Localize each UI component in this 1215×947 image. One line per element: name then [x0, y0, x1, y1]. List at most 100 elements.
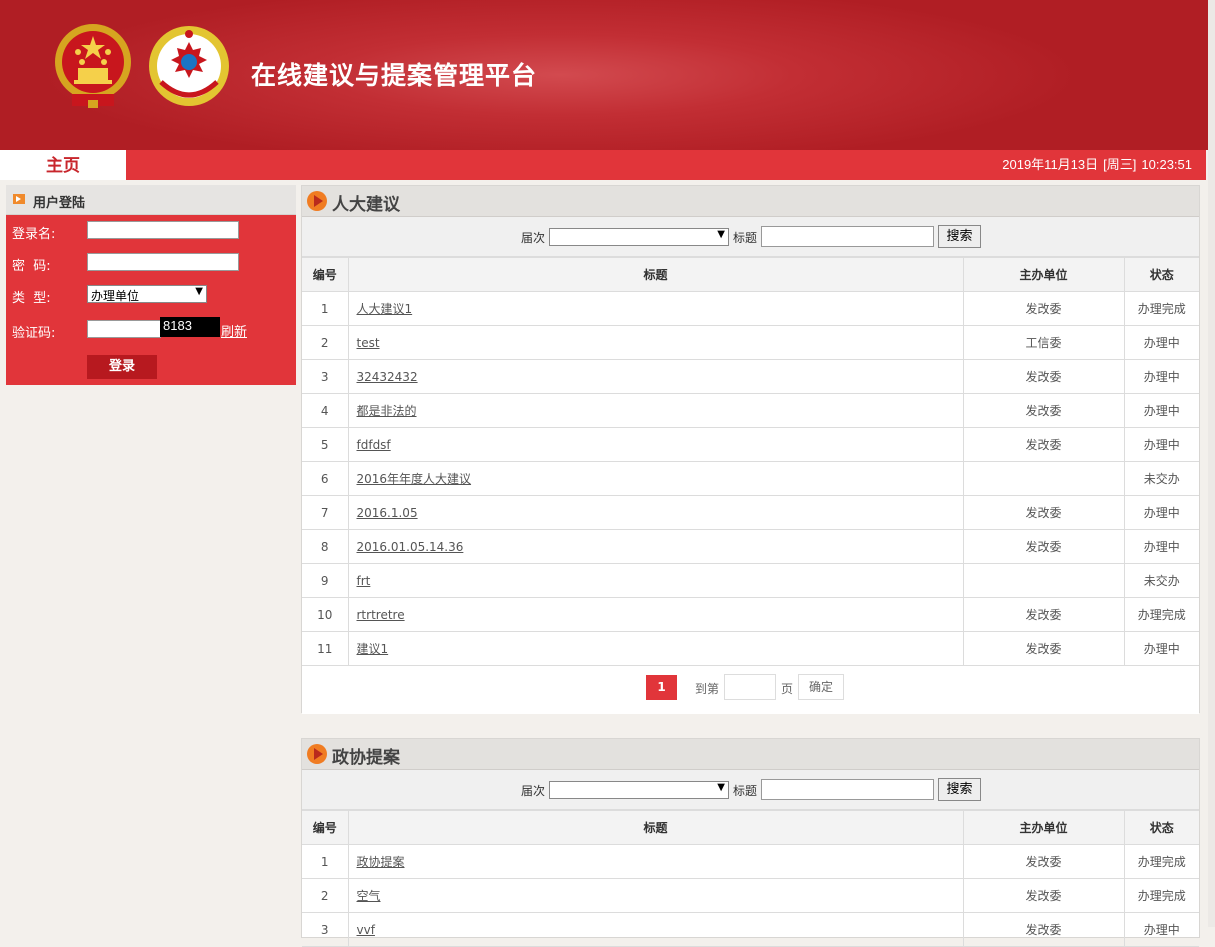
row-title-link[interactable]: test	[357, 336, 380, 350]
nav-bar: 主页 2019年11月13日 [周三] 10:23:51	[0, 150, 1206, 180]
time-text: 10:23:51	[1141, 157, 1192, 172]
row-status-cell: 办理完成	[1123, 597, 1199, 632]
row-title-link[interactable]: rtrtretre	[357, 608, 405, 622]
arrow-right-icon	[13, 194, 25, 204]
dropdown-arrow-icon: ▼	[195, 286, 203, 297]
captcha-label: 验证码:	[12, 326, 56, 341]
title-label: 标题	[733, 231, 758, 245]
table-row: 5 fdfdsf 发改委 办理中	[302, 427, 1199, 462]
play-circle-icon	[307, 744, 327, 764]
title-label: 标题	[733, 784, 758, 798]
row-title-link[interactable]: 建议1	[357, 642, 389, 656]
row-title-link[interactable]: fdfdsf	[357, 438, 391, 452]
npc-table: 编号 标题 主办单位 状态 1 人大建议1 发改委 办理完成 2 test 工信委 办理中 3 3…	[302, 257, 1199, 666]
row-title-link[interactable]: 空气	[357, 889, 381, 903]
row-title-cell: 32432432	[347, 359, 964, 394]
row-title-link[interactable]: 政协提案	[357, 855, 405, 869]
row-number-cell: 11	[302, 631, 349, 666]
table-row: 1 政协提案 发改委 办理完成	[302, 844, 1199, 879]
row-title-link[interactable]: vvf	[357, 923, 375, 937]
row-status-cell: 办理中	[1123, 325, 1199, 360]
row-number-cell: 8	[302, 529, 349, 564]
username-label: 登录名:	[12, 227, 56, 242]
user-type-select[interactable]: 办理单位 ▼	[87, 285, 207, 303]
cppcc-section-header: 政协提案	[302, 739, 1199, 770]
row-title-cell: vvf	[347, 912, 964, 947]
row-unit-cell	[962, 461, 1125, 496]
row-number-cell: 5	[302, 427, 349, 462]
password-input[interactable]	[87, 253, 239, 271]
row-unit-cell: 发改委	[962, 495, 1125, 530]
captcha-refresh-link[interactable]: 刷新	[221, 321, 247, 340]
captcha-input[interactable]	[87, 320, 161, 338]
row-number-cell: 3	[302, 912, 349, 947]
row-title-cell: 政协提案	[347, 844, 964, 879]
dropdown-arrow-icon: ▼	[717, 229, 725, 240]
cppcc-search-button[interactable]: 搜索	[938, 778, 981, 801]
date-time-display: 2019年11月13日 [周三] 10:23:51	[997, 150, 1192, 180]
col-no-header: 编号	[302, 810, 349, 845]
cppcc-proposals-section: 政协提案 届次 ▼ 标题 搜索 编号 标题 主办单位 状态 1 政协提案 发改委 办理…	[301, 738, 1200, 947]
row-title-link[interactable]: 2016.01.05.14.36	[357, 540, 464, 554]
table-row: 3 vvf 发改委 办理中	[302, 912, 1199, 947]
table-row: 4 都是非法的 发改委 办理中	[302, 393, 1199, 428]
dropdown-arrow-icon: ▼	[717, 782, 725, 793]
npc-pagination: 1 到第 页 确定	[302, 666, 1199, 714]
cppcc-search-bar: 届次 ▼ 标题 搜索	[302, 770, 1199, 810]
login-panel-title: 用户登陆	[33, 196, 86, 211]
row-number-cell: 4	[302, 393, 349, 428]
row-title-link[interactable]: 32432432	[357, 370, 418, 384]
state-emblem-icon	[55, 24, 131, 108]
table-row: 3 32432432 发改委 办理中	[302, 359, 1199, 394]
npc-search-bar: 届次 ▼ 标题 搜索	[302, 217, 1199, 257]
row-unit-cell: 发改委	[962, 912, 1125, 947]
npc-search-button[interactable]: 搜索	[938, 225, 981, 248]
row-status-cell: 办理中	[1123, 427, 1199, 462]
row-title-cell: 2016.01.05.14.36	[347, 529, 964, 564]
row-number-cell: 1	[302, 291, 349, 326]
site-title: 在线建议与提案管理平台	[251, 61, 538, 90]
cppcc-session-select[interactable]: ▼	[549, 781, 729, 799]
row-title-link[interactable]: 都是非法的	[357, 404, 417, 418]
cppcc-table: 编号 标题 主办单位 状态 1 政协提案 发改委 办理完成 2 空气 发改委 办理完成 3 vvf…	[302, 810, 1199, 947]
username-input[interactable]	[87, 221, 239, 239]
row-title-cell: 2016.1.05	[347, 495, 964, 530]
goto-page-input[interactable]	[724, 674, 776, 700]
col-unit-header: 主办单位	[962, 257, 1125, 292]
page-1-button[interactable]: 1	[646, 675, 677, 700]
site-header: 在线建议与提案管理平台	[0, 0, 1208, 150]
row-status-cell: 办理中	[1123, 631, 1199, 666]
row-title-link[interactable]: frt	[357, 574, 371, 588]
page-scrollbar[interactable]	[1208, 0, 1215, 927]
row-title-link[interactable]: 2016年年度人大建议	[357, 472, 472, 486]
cppcc-section-title: 政协提案	[332, 748, 400, 768]
table-row: 2 空气 发改委 办理完成	[302, 878, 1199, 913]
row-title-link[interactable]: 2016.1.05	[357, 506, 418, 520]
cppcc-title-search-input[interactable]	[761, 779, 934, 800]
row-title-cell: 空气	[347, 878, 964, 913]
row-title-cell: 建议1	[347, 631, 964, 666]
type-label: 类 型:	[12, 291, 51, 306]
row-number-cell: 7	[302, 495, 349, 530]
npc-title-search-input[interactable]	[761, 226, 934, 247]
col-status-header: 状态	[1123, 810, 1199, 845]
row-unit-cell: 发改委	[962, 631, 1125, 666]
nav-home-tab[interactable]: 主页	[0, 150, 126, 180]
row-unit-cell: 发改委	[962, 359, 1125, 394]
row-status-cell: 未交办	[1123, 563, 1199, 598]
row-number-cell: 1	[302, 844, 349, 879]
login-button[interactable]: 登录	[87, 355, 157, 379]
table-row: 9 frt 未交办	[302, 563, 1199, 598]
user-type-value: 办理单位	[91, 289, 140, 303]
row-title-cell: 都是非法的	[347, 393, 964, 428]
row-unit-cell: 发改委	[962, 844, 1125, 879]
table-row: 10 rtrtretre 发改委 办理完成	[302, 597, 1199, 632]
date-text: 2019年11月13日	[1002, 157, 1099, 172]
row-status-cell: 办理完成	[1123, 878, 1199, 913]
table-row: 2 test 工信委 办理中	[302, 325, 1199, 360]
npc-session-select[interactable]: ▼	[549, 228, 729, 246]
row-title-link[interactable]: 人大建议1	[357, 302, 413, 316]
session-label: 届次	[521, 784, 546, 798]
row-status-cell: 办理中	[1123, 359, 1199, 394]
goto-confirm-button[interactable]: 确定	[798, 674, 844, 700]
